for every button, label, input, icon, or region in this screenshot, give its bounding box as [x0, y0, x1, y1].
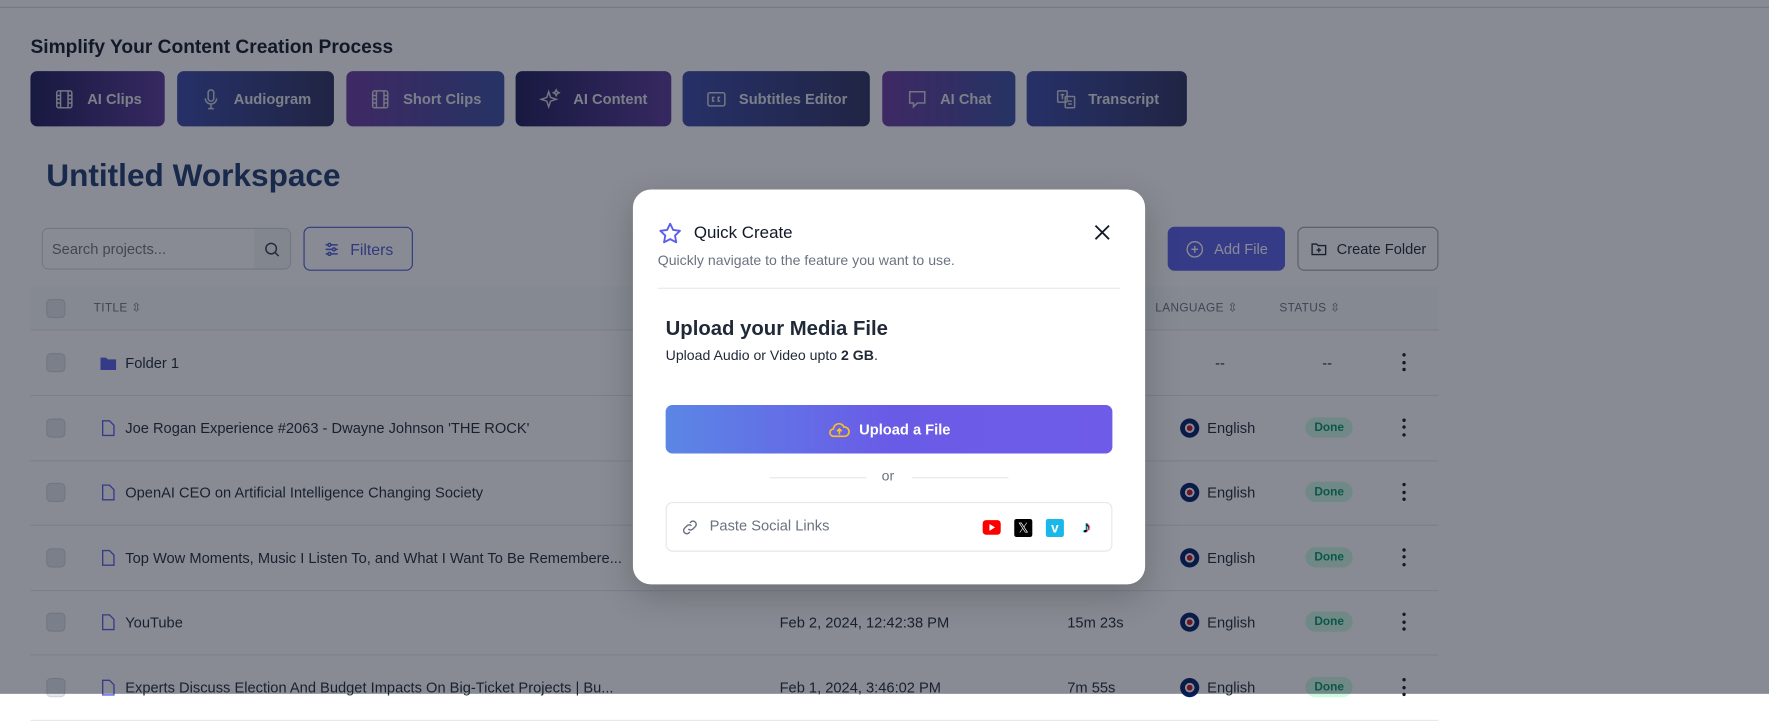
or-label: or: [881, 468, 895, 484]
social-links-field[interactable]: 𝕏 v ♪: [665, 502, 1113, 552]
or-text: or: [769, 468, 1006, 484]
social-links-input[interactable]: [709, 516, 958, 534]
star-icon: [659, 222, 681, 244]
upload-label: Upload a File: [859, 420, 951, 438]
close-icon[interactable]: [1094, 225, 1110, 241]
quick-create-modal: Quick Create Quickly navigate to the fea…: [632, 189, 1146, 585]
link-icon: [682, 520, 697, 535]
modal-title: Quick Create: [693, 223, 793, 243]
desc-end: .: [873, 347, 878, 364]
modal-subtitle: Quickly navigate to the feature you want…: [657, 252, 955, 269]
cloud-upload-icon: [828, 422, 850, 437]
x-icon: 𝕏: [1014, 518, 1033, 538]
vimeo-icon: v: [1045, 518, 1064, 538]
youtube-icon: [982, 520, 1001, 535]
or-divider-right: [911, 477, 1009, 479]
tiktok-icon: ♪: [1082, 517, 1091, 538]
modal-divider: [657, 287, 1121, 289]
size-limit: 2 GB: [841, 347, 874, 364]
upload-file-button[interactable]: Upload a File: [665, 405, 1113, 454]
upload-heading: Upload your Media File: [665, 317, 888, 340]
upload-description: Upload Audio or Video upto 2 GB.: [666, 347, 878, 363]
desc-text: Upload Audio or Video upto: [665, 347, 842, 364]
